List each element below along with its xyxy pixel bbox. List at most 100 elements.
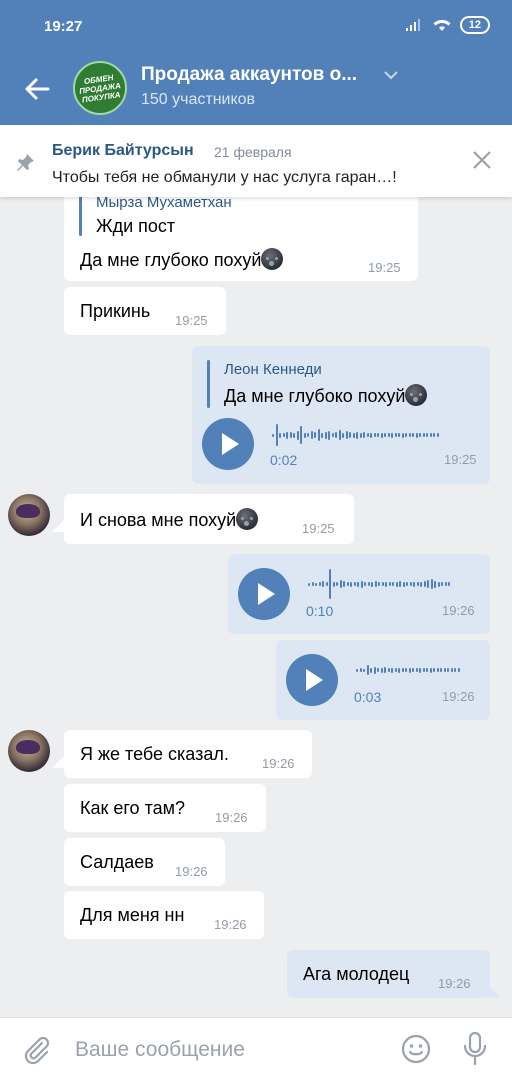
waveform-bar [373, 433, 376, 437]
waveform-bar [353, 582, 356, 586]
waveform-bar [318, 582, 321, 586]
waveform-bar [356, 431, 358, 439]
emoji-smile-icon[interactable] [400, 1033, 432, 1065]
reply-author: Леон Кеннеди [224, 361, 322, 378]
waveform-bar [399, 581, 401, 587]
chat-avatar-text: ОБМЕН ПРОДАЖА ПОКУПКА [78, 72, 122, 105]
waveform-bar [401, 668, 404, 672]
waveform-bar [454, 668, 456, 672]
waveform-bar [359, 432, 362, 438]
waveform-bar [328, 430, 330, 440]
message-bubble-outgoing[interactable]: 0:03 19:26 [276, 640, 490, 720]
message-time: 19:26 [262, 756, 295, 771]
waveform-bar [343, 581, 345, 587]
message-text: Салдаев [80, 852, 154, 872]
voice-play-button[interactable] [286, 654, 338, 706]
waveform-bar [352, 432, 355, 438]
chat-title[interactable]: Продажа аккаунтов о... [141, 64, 381, 86]
message-bubble-incoming[interactable]: Салдаев 19:26 [64, 838, 225, 886]
pinned-author: Берик Байтурсын [52, 142, 194, 159]
waveform-bar [357, 581, 359, 587]
message-time: 19:26 [214, 917, 247, 932]
waveform-bar [419, 667, 421, 673]
waveform-bar [429, 433, 432, 437]
waveform-bar [324, 431, 327, 439]
waveform-bar [384, 433, 386, 437]
close-icon[interactable] [472, 150, 492, 170]
voice-waveform[interactable] [272, 420, 440, 450]
message-text: Как его там? [80, 798, 186, 818]
voice-play-button[interactable] [202, 418, 254, 470]
chevron-down-icon[interactable] [384, 70, 398, 80]
message-bubble-incoming[interactable]: Для меня нн 19:26 [64, 891, 264, 939]
chat-avatar[interactable]: ОБМЕН ПРОДАЖА ПОКУПКА [73, 61, 127, 115]
message-bubble-outgoing[interactable]: Леон Кеннеди Да мне глубоко похуй 0:02 1… [192, 346, 490, 484]
user-avatar[interactable] [8, 730, 50, 772]
waveform-bar [433, 668, 435, 672]
waveform-bar [363, 668, 365, 672]
voice-waveform[interactable] [308, 569, 452, 599]
waveform-bar [444, 582, 447, 586]
pinned-message[interactable]: Берик Байтурсын 21 февраля Чтобы тебя не… [0, 125, 512, 197]
waveform-bar [436, 433, 439, 437]
message-text-content: И снова мне похуй [80, 510, 237, 530]
waveform-bar [422, 433, 425, 437]
message-text: И снова мне похуй [80, 508, 259, 531]
waveform-bar [325, 582, 328, 586]
status-icons: 12 [404, 16, 490, 34]
waveform-bar [282, 433, 285, 437]
status-bar: 19:27 12 [0, 0, 512, 52]
waveform-bar [385, 581, 387, 587]
user-avatar[interactable] [8, 494, 50, 536]
waveform-bar [429, 667, 432, 673]
microphone-icon[interactable] [462, 1031, 488, 1067]
message-time: 19:25 [175, 313, 208, 328]
waveform-bar [434, 580, 436, 588]
waveform-bar [388, 582, 391, 586]
waveform-bar [377, 668, 379, 672]
paperclip-icon[interactable] [20, 1034, 52, 1066]
message-bubble-outgoing[interactable]: Ага молодец 19:26 [287, 950, 490, 998]
voice-play-button[interactable] [238, 568, 290, 620]
waveform-bar [307, 433, 309, 437]
new-moon-face-emoji [261, 248, 284, 270]
back-arrow-icon[interactable] [22, 74, 52, 104]
waveform-bar [336, 582, 338, 586]
waveform-bar [366, 433, 369, 437]
waveform-bar [412, 433, 414, 437]
waveform-bar [420, 581, 422, 587]
message-bubble-incoming[interactable]: Я же тебе сказал. 19:26 [64, 730, 312, 778]
message-text: Да мне глубоко похуй [80, 248, 284, 271]
waveform-bar [370, 432, 372, 438]
chat-header: 19:27 12 ОБМЕН ПРОДАЖА ПОКУПКА Продажа а… [0, 0, 512, 125]
waveform-bar [359, 668, 362, 672]
waveform-bar [342, 432, 344, 438]
waveform-bar [392, 582, 394, 586]
waveform-bar [370, 667, 372, 673]
waveform-bar [331, 433, 334, 437]
battery-indicator: 12 [459, 16, 490, 34]
message-input[interactable]: Ваше сообщение [75, 1038, 245, 1062]
message-bubble-incoming[interactable]: Прикинь 19:25 [64, 287, 226, 335]
message-bubble-outgoing[interactable]: 0:10 19:26 [228, 554, 490, 634]
waveform-bar [356, 668, 358, 672]
waveform-bar [394, 433, 397, 437]
waveform-bar [409, 582, 412, 586]
message-composer: Ваше сообщение [0, 1017, 512, 1080]
waveform-bar [440, 668, 442, 672]
message-bubble-incoming[interactable]: И снова мне похуй 19:25 [64, 494, 354, 544]
waveform-bar [447, 668, 449, 672]
participants-count: 150 участников [141, 91, 256, 108]
message-text-content: Да мне глубоко похуй [80, 250, 262, 270]
waveform-bar [394, 668, 397, 672]
waveform-bar [296, 430, 299, 440]
waveform-bar [380, 432, 383, 438]
voice-waveform[interactable] [356, 655, 461, 685]
message-bubble-incoming[interactable]: Как его там? 19:26 [64, 784, 266, 832]
waveform-bar [387, 433, 390, 437]
voice-duration: 0:10 [306, 603, 334, 619]
waveform-bar [412, 668, 414, 672]
waveform-bar [448, 582, 450, 586]
voice-duration: 0:02 [270, 452, 298, 468]
message-time: 19:25 [444, 452, 477, 467]
